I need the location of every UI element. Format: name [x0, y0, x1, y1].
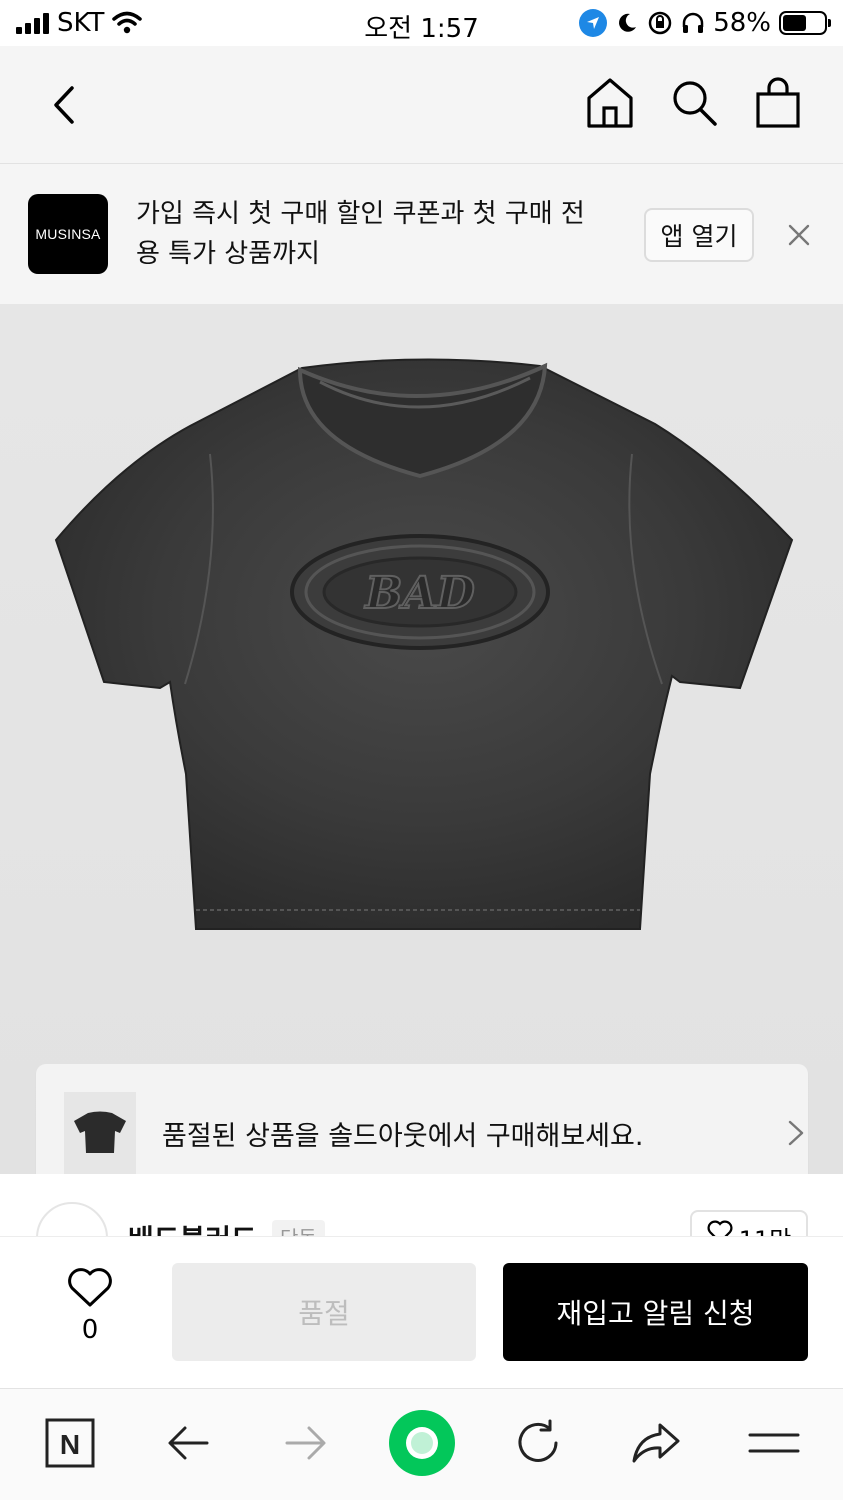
soldout-button: 품절: [172, 1263, 476, 1361]
exclusive-badge: 단독: [272, 1220, 325, 1236]
heart-icon: [707, 1220, 733, 1236]
close-icon: [788, 224, 810, 246]
nav-header: [0, 46, 843, 164]
product-image[interactable]: BAD: [0, 304, 843, 1174]
purchase-bar: 0 품절 재입고 알림 신청: [0, 1236, 843, 1388]
browser-toolbar: N: [0, 1388, 843, 1500]
open-app-button[interactable]: 앱 열기: [644, 208, 754, 262]
wishlist-button[interactable]: 0: [56, 1267, 124, 1345]
headphones-icon: [682, 12, 704, 33]
battery-percent: 58%: [713, 8, 771, 38]
banner-message: 가입 즉시 첫 구매 할인 쿠폰과 첫 구매 전용 특가 상품까지: [136, 199, 585, 269]
menu-button[interactable]: [738, 1407, 810, 1479]
location-icon: [579, 9, 608, 37]
arrow-left-icon: [168, 1426, 209, 1460]
reload-button[interactable]: [502, 1407, 574, 1479]
restock-alert-button[interactable]: 재입고 알림 신청: [503, 1263, 808, 1361]
app-install-banner: MUSINSA 가입 즉시 첫 구매 할인 쿠폰과 첫 구매 전용 특가 상품까…: [0, 164, 843, 304]
product-thumbnail: [64, 1092, 136, 1176]
cart-button[interactable]: [753, 76, 803, 130]
tshirt-print-text: BAD: [363, 568, 474, 619]
tshirt-image: BAD: [54, 358, 794, 930]
share-button[interactable]: [620, 1407, 692, 1479]
soldout-message: 품절된 상품을 솔드아웃에서 구매해보세요.: [162, 1121, 644, 1152]
shopping-bag-icon: [756, 77, 800, 128]
search-button[interactable]: [669, 76, 719, 130]
musinsa-logo: MUSINSA: [28, 194, 108, 274]
share-icon: [632, 1423, 680, 1463]
back-icon: [54, 86, 74, 124]
status-bar: SKT 오전 1:57 58%: [0, 0, 843, 46]
brand-name[interactable]: 배드블러드: [128, 1218, 257, 1236]
home-icon: [587, 78, 633, 128]
wishlist-count: 0: [81, 1315, 99, 1345]
green-dot-icon: [389, 1410, 455, 1476]
green-dot-button[interactable]: [386, 1407, 458, 1479]
battery-icon: [779, 11, 831, 35]
search-icon: [673, 81, 717, 126]
brand-avatar[interactable]: [36, 1202, 108, 1236]
home-button[interactable]: [585, 76, 635, 130]
back-button[interactable]: [40, 80, 90, 130]
heart-icon: [68, 1268, 112, 1307]
naver-home-icon: N: [45, 1418, 95, 1468]
reload-icon: [518, 1419, 558, 1462]
brand-like-button[interactable]: 11만: [690, 1210, 808, 1236]
browser-forward-button[interactable]: [270, 1407, 342, 1479]
browser-back-button[interactable]: [152, 1407, 224, 1479]
brand-like-count: 11만: [739, 1220, 792, 1236]
hamburger-icon: [748, 1433, 800, 1453]
brand-row: 배드블러드 단독 11만: [0, 1174, 843, 1236]
naver-letter: N: [60, 1429, 80, 1460]
naver-home-button[interactable]: N: [34, 1407, 106, 1479]
close-banner-button[interactable]: [784, 220, 814, 250]
moon-icon: [619, 13, 637, 32]
rotation-lock-icon: [648, 11, 672, 35]
chevron-right-icon: [788, 1120, 804, 1146]
arrow-right-icon: [285, 1426, 326, 1460]
